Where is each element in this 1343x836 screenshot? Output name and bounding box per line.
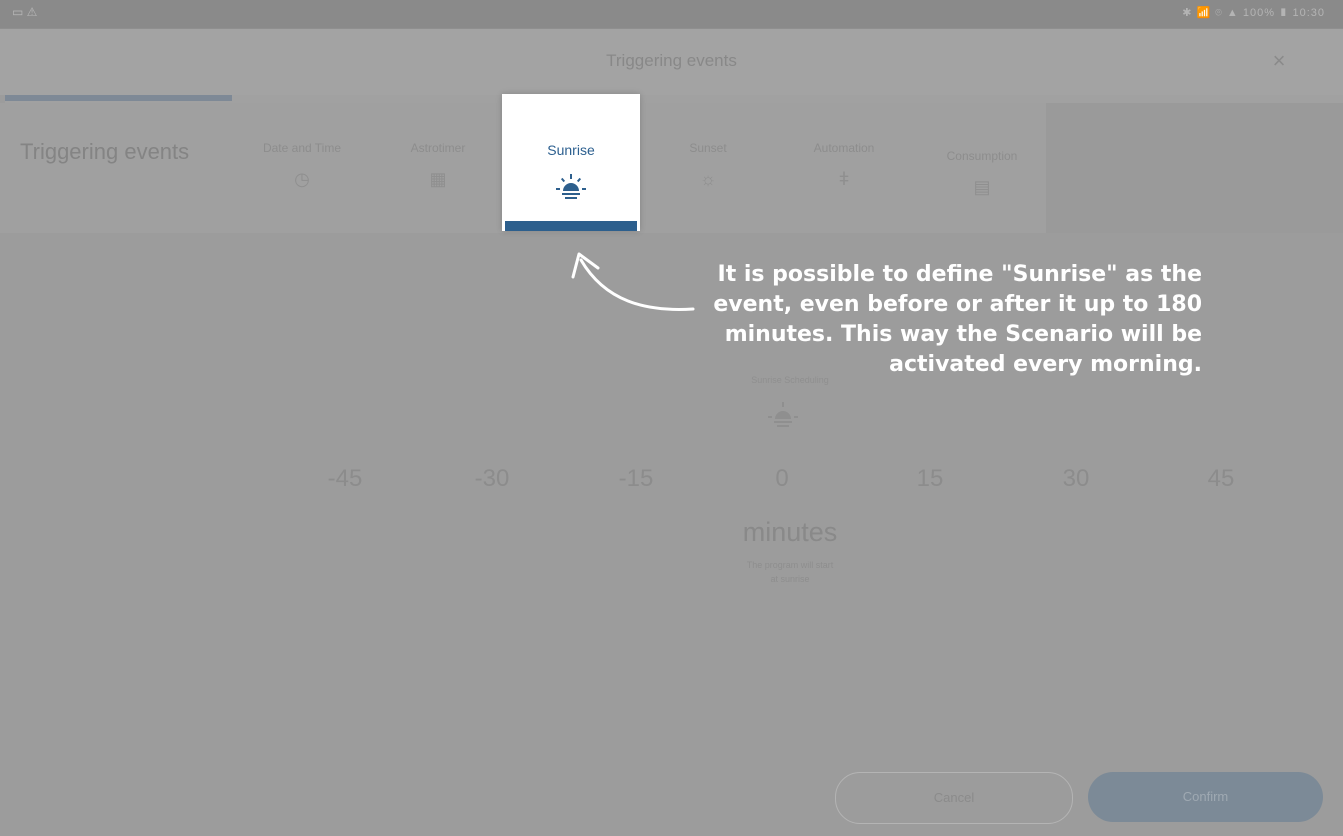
events-side-panel: [1046, 103, 1343, 233]
page-title: Triggering events: [606, 51, 737, 70]
cancel-button[interactable]: Cancel: [835, 772, 1073, 824]
tab-date-and-time[interactable]: Date and Time ◷: [244, 141, 360, 190]
tab-consumption[interactable]: Consumption ▤: [932, 149, 1032, 198]
annotation-line: event, even before or after it up to 180: [713, 292, 1202, 317]
offset-option[interactable]: -45: [305, 465, 385, 493]
sunrise-icon: [556, 174, 586, 199]
annotation-line: minutes. This way the Scenario will be: [724, 322, 1202, 347]
tab-label: Automation: [813, 141, 875, 155]
events-panel: Triggering events Date and Time ◷ Astrot…: [0, 103, 1343, 233]
events-section-label: Triggering events: [20, 139, 190, 164]
app-screen: ▭ ⚠ ✱ 📶 ⌾ ▲ 100% ▮ 10:30 Triggering even…: [0, 0, 1343, 836]
tab-sunset[interactable]: Sunset ☼: [668, 141, 748, 190]
progress-fill: [5, 95, 233, 101]
annotation-callout: It is possible to define "Sunrise" as th…: [640, 260, 1202, 380]
sunrise-icon: [768, 402, 798, 427]
offset-option[interactable]: -30: [452, 465, 532, 493]
sunset-icon: ☼: [699, 169, 717, 189]
consumption-icon: ▤: [973, 177, 991, 197]
confirm-button[interactable]: Confirm: [1088, 772, 1323, 822]
offset-option-selected[interactable]: 0: [742, 465, 822, 493]
status-icons-left: ▭ ⚠: [12, 5, 38, 19]
tab-label: Consumption: [946, 149, 1018, 163]
offset-option[interactable]: 30: [1036, 465, 1116, 493]
tab-label: Date and Time: [262, 141, 342, 155]
tab-automation[interactable]: Automation ǂ: [794, 141, 894, 190]
progress-track: [5, 95, 1343, 103]
tab-label: Astrotimer: [410, 141, 466, 155]
offset-unit-label: minutes: [742, 517, 838, 547]
offset-option[interactable]: -15: [596, 465, 676, 493]
status-icons-right: ✱ 📶 ⌾ ▲ 100% ▮ 10:30: [1182, 7, 1325, 19]
offset-helper-text: The program will start at sunrise: [690, 558, 890, 586]
dialog-header: Triggering events ×: [0, 29, 1343, 95]
tab-label: Sunrise: [547, 142, 595, 158]
tab-label: Sunset: [689, 141, 727, 155]
offset-option[interactable]: 15: [890, 465, 970, 493]
offset-option[interactable]: 45: [1181, 465, 1261, 493]
calendar-icon: ▦: [429, 169, 447, 189]
tab-sunrise[interactable]: Sunrise: [502, 94, 640, 231]
helper-line: at sunrise: [770, 574, 810, 584]
annotation-line: It is possible to define "Sunrise" as th…: [717, 262, 1202, 287]
clock-icon: ◷: [294, 169, 310, 189]
tab-astrotimer[interactable]: Astrotimer ▦: [392, 141, 484, 190]
automation-icon: ǂ: [838, 169, 850, 189]
helper-line: The program will start: [746, 560, 834, 570]
picker-caption: Sunrise Scheduling: [751, 375, 829, 385]
selected-indicator: [505, 221, 637, 231]
status-bar: ▭ ⚠ ✱ 📶 ⌾ ▲ 100% ▮ 10:30: [0, 0, 1343, 29]
close-icon[interactable]: ×: [1267, 49, 1291, 73]
